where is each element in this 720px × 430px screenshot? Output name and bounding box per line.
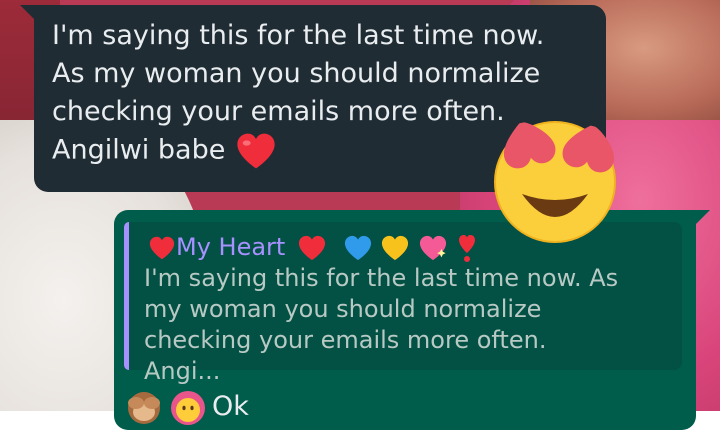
smiling-face-with-heart-eyes-icon: [494, 121, 616, 243]
sparkling-heart-icon: [419, 235, 446, 261]
face-in-pink-bonnet-icon: [171, 391, 205, 425]
quote-accent-bar: [124, 222, 129, 370]
yellow-heart-icon: [382, 235, 409, 261]
reply-text: Ok: [212, 390, 249, 422]
message-line: As my woman you should normalize: [52, 58, 541, 89]
message-line-text: Angilwi babe: [52, 134, 226, 166]
reply-content: Ok: [124, 386, 682, 426]
red-heart-icon: [149, 236, 175, 260]
see-no-evil-monkey-icon: [128, 392, 160, 424]
blue-heart-icon: [344, 235, 371, 261]
red-heart-icon: [237, 133, 275, 169]
heart-exclamation-icon: [458, 235, 475, 262]
quote-text: I'm saying this for the last time now. A…: [144, 264, 619, 385]
message-line: I'm saying this for the last time now.: [52, 20, 545, 51]
quote-author-name: My Heart: [176, 233, 286, 261]
red-heart-icon: [298, 235, 326, 261]
